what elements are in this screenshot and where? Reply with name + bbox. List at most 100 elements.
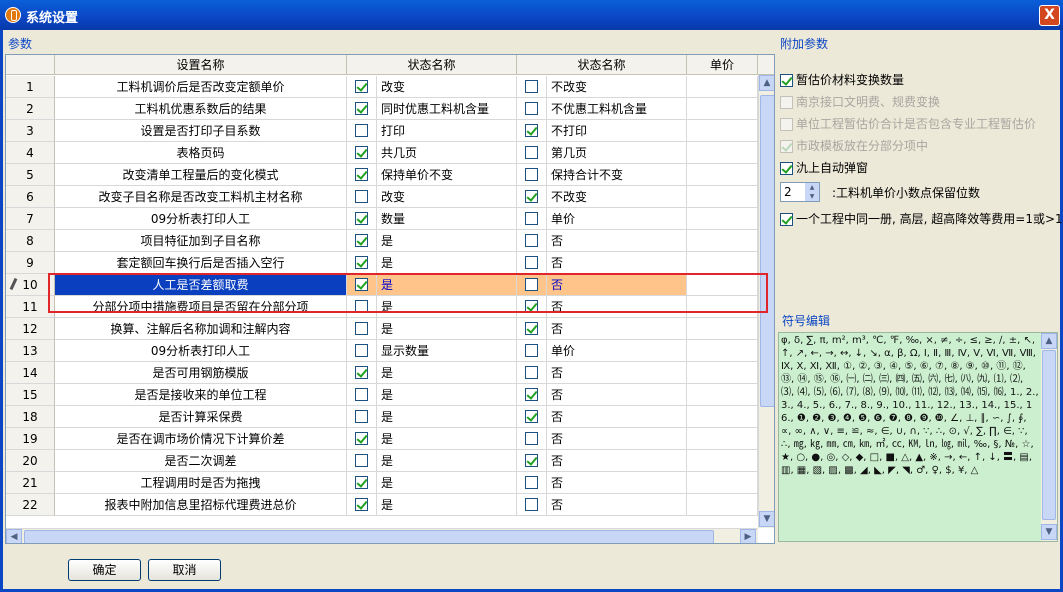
status-1-checkbox-cell[interactable] — [347, 428, 377, 450]
status-2-cell[interactable]: 第几页 — [547, 142, 687, 164]
unit-price-cell[interactable] — [687, 230, 758, 252]
grid-hscroll-thumb[interactable] — [24, 530, 714, 543]
one-book-checkbox[interactable] — [780, 213, 793, 226]
status-2-cell[interactable]: 否 — [547, 428, 687, 450]
table-row[interactable]: 5 改变清单工程量后的变化模式 保持单价不变 保持合计不变 — [6, 164, 758, 186]
status-2-cell[interactable]: 否 — [547, 362, 687, 384]
status-1-checkbox[interactable] — [355, 344, 368, 357]
status-1-checkbox[interactable] — [355, 168, 368, 181]
status-1-checkbox-cell[interactable] — [347, 76, 377, 98]
status-1-checkbox-cell[interactable] — [347, 208, 377, 230]
scroll-left-arrow-icon[interactable]: ◀ — [6, 529, 22, 543]
status-1-checkbox-cell[interactable] — [347, 164, 377, 186]
symbol-scroll-up-icon[interactable]: ▲ — [1041, 333, 1057, 349]
symbol-editor[interactable]: φ, δ, ∑, π, m², m³, ℃, ℉, ‰, ×, ≠, ÷, ≤,… — [778, 332, 1058, 542]
table-row[interactable]: 22 报表中附加信息里招标代理费进总价 是 否 — [6, 494, 758, 516]
status-1-cell[interactable]: 打印 — [377, 120, 517, 142]
unit-price-cell[interactable] — [687, 186, 758, 208]
status-1-cell[interactable]: 是 — [377, 384, 517, 406]
status-1-checkbox-cell[interactable] — [347, 142, 377, 164]
status-1-checkbox[interactable] — [355, 476, 368, 489]
table-row[interactable]: 14 是否可用钢筋模版 是 否 — [6, 362, 758, 384]
row-number[interactable]: 12 — [6, 318, 55, 340]
status-1-cell[interactable]: 改变 — [377, 76, 517, 98]
status-2-cell[interactable]: 否 — [547, 494, 687, 516]
status-2-checkbox[interactable] — [525, 476, 538, 489]
status-2-checkbox[interactable] — [525, 256, 538, 269]
status-2-checkbox[interactable] — [525, 168, 538, 181]
option-checkbox[interactable] — [780, 162, 793, 175]
status-1-checkbox[interactable] — [355, 366, 368, 379]
row-number[interactable]: 9 — [6, 252, 55, 274]
row-number[interactable]: 6 — [6, 186, 55, 208]
unit-price-cell[interactable] — [687, 98, 758, 120]
status-1-checkbox[interactable] — [355, 322, 368, 335]
row-number[interactable]: 1 — [6, 76, 55, 98]
status-1-cell[interactable]: 是 — [377, 362, 517, 384]
grid-vscroll-thumb[interactable] — [760, 95, 774, 407]
status-1-checkbox-cell[interactable] — [347, 472, 377, 494]
status-1-checkbox-cell[interactable] — [347, 186, 377, 208]
status-1-cell[interactable]: 是 — [377, 450, 517, 472]
status-2-cell[interactable]: 否 — [547, 406, 687, 428]
setting-name-cell[interactable]: 是否可用钢筋模版 — [55, 362, 347, 384]
status-1-cell[interactable]: 是 — [377, 252, 517, 274]
ok-button[interactable]: 确定 — [68, 559, 141, 581]
status-2-cell[interactable]: 不改变 — [547, 186, 687, 208]
status-2-checkbox[interactable] — [525, 344, 538, 357]
status-1-checkbox-cell[interactable] — [347, 318, 377, 340]
status-2-cell[interactable]: 不打印 — [547, 120, 687, 142]
table-row[interactable]: 18 是否计算采保费 是 否 — [6, 406, 758, 428]
status-2-checkbox-cell[interactable] — [517, 164, 547, 186]
table-row[interactable]: 6 改变子目名称是否改变工料机主材名称 改变 不改变 — [6, 186, 758, 208]
status-2-checkbox-cell[interactable] — [517, 76, 547, 98]
status-1-checkbox[interactable] — [355, 146, 368, 159]
decimal-value[interactable]: 2 — [784, 185, 792, 199]
row-number[interactable]: 3 — [6, 120, 55, 142]
table-row[interactable]: 19 是否在调市场价情况下计算价差 是 否 — [6, 428, 758, 450]
close-button[interactable]: X — [1039, 5, 1060, 26]
status-1-checkbox-cell[interactable] — [347, 450, 377, 472]
decimal-places-spinner[interactable]: 2 ▲ ▼ — [780, 182, 820, 202]
unit-price-cell[interactable] — [687, 450, 758, 472]
status-2-cell[interactable]: 保持合计不变 — [547, 164, 687, 186]
row-number[interactable]: 2 — [6, 98, 55, 120]
row-number[interactable]: 20 — [6, 450, 55, 472]
table-row[interactable]: 20 是否二次调差 是 否 — [6, 450, 758, 472]
status-1-checkbox-cell[interactable] — [347, 230, 377, 252]
status-1-cell[interactable]: 是 — [377, 406, 517, 428]
status-2-cell[interactable]: 单价 — [547, 208, 687, 230]
status-2-checkbox-cell[interactable] — [517, 208, 547, 230]
status-2-checkbox[interactable] — [525, 234, 538, 247]
header-status-1[interactable]: 状态名称 — [347, 55, 517, 75]
symbol-list[interactable]: φ, δ, ∑, π, m², m³, ℃, ℉, ‰, ×, ≠, ÷, ≤,… — [781, 334, 1039, 477]
setting-name-cell[interactable]: 表格页码 — [55, 142, 347, 164]
status-1-cell[interactable]: 是 — [377, 230, 517, 252]
status-2-checkbox[interactable] — [525, 102, 538, 115]
unit-price-cell[interactable] — [687, 142, 758, 164]
table-row[interactable]: 21 工程调用时是否为拖拽 是 否 — [6, 472, 758, 494]
status-2-checkbox-cell[interactable] — [517, 450, 547, 472]
row-number[interactable]: 8 — [6, 230, 55, 252]
table-row[interactable]: 2 工料机优惠系数后的结果 同时优惠工料机含量 不优惠工料机含量 — [6, 98, 758, 120]
unit-price-cell[interactable] — [687, 428, 758, 450]
cancel-button[interactable]: 取消 — [148, 559, 221, 581]
unit-price-cell[interactable] — [687, 318, 758, 340]
status-1-cell[interactable]: 显示数量 — [377, 340, 517, 362]
status-1-checkbox[interactable] — [355, 256, 368, 269]
status-2-checkbox-cell[interactable] — [517, 120, 547, 142]
status-2-cell[interactable]: 否 — [547, 384, 687, 406]
status-1-checkbox[interactable] — [355, 212, 368, 225]
setting-name-cell[interactable]: 09分析表打印人工 — [55, 208, 347, 230]
table-row[interactable]: 13 09分析表打印人工 显示数量 单价 — [6, 340, 758, 362]
status-2-checkbox[interactable] — [525, 124, 538, 137]
unit-price-cell[interactable] — [687, 76, 758, 98]
status-2-cell[interactable]: 否 — [547, 230, 687, 252]
unit-price-cell[interactable] — [687, 252, 758, 274]
status-1-cell[interactable]: 同时优惠工料机含量 — [377, 98, 517, 120]
status-1-checkbox-cell[interactable] — [347, 384, 377, 406]
row-number[interactable]: 13 — [6, 340, 55, 362]
setting-name-cell[interactable]: 报表中附加信息里招标代理费进总价 — [55, 494, 347, 516]
status-1-cell[interactable]: 是 — [377, 428, 517, 450]
status-2-checkbox-cell[interactable] — [517, 230, 547, 252]
